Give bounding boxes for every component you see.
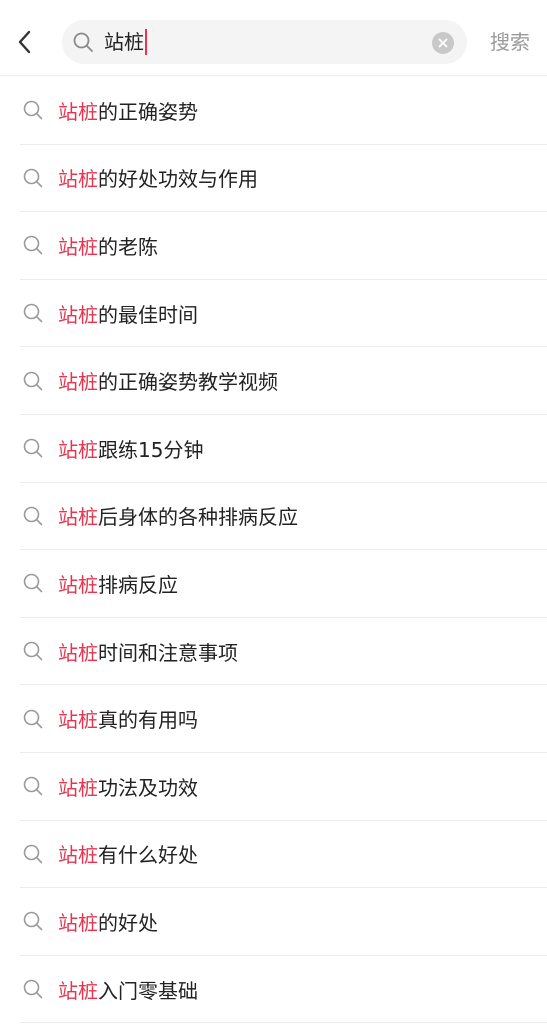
suggestion-text: 站桩跟练15分钟 [58, 434, 203, 463]
search-header: 站桩 搜索 [0, 0, 547, 76]
clear-icon[interactable] [432, 32, 454, 54]
suggestion-item[interactable]: 站桩的老陈 [20, 212, 547, 280]
suggestion-rest: 的好处功效与作用 [98, 167, 258, 192]
suggestion-item[interactable]: 站桩排病反应 [20, 550, 547, 618]
search-icon [23, 776, 43, 796]
chevron-left-icon [18, 30, 31, 54]
suggestion-text: 站桩真的有用吗 [58, 704, 198, 733]
suggestion-text: 站桩的正确姿势教学视频 [58, 366, 278, 395]
suggestion-text: 站桩时间和注意事项 [58, 637, 238, 666]
suggestion-item[interactable]: 站桩入门零基础 [20, 956, 547, 1024]
suggestion-item[interactable]: 站桩的好处 [20, 888, 547, 956]
search-icon [23, 506, 43, 526]
suggestion-item[interactable]: 站桩真的有用吗 [20, 685, 547, 753]
suggestion-text: 站桩的好处功效与作用 [58, 163, 258, 192]
suggestion-rest: 的老陈 [98, 234, 158, 259]
search-icon [23, 236, 43, 255]
suggestion-rest: 的正确姿势 [98, 99, 198, 124]
search-icon [23, 641, 43, 661]
suggestion-rest: 真的有用吗 [98, 708, 198, 733]
suggestion-rest: 时间和注意事项 [98, 640, 238, 665]
search-input[interactable]: 站桩 [62, 20, 467, 64]
close-icon [438, 38, 448, 48]
suggestion-rest: 的好处 [98, 910, 158, 935]
suggestion-text: 站桩的好处 [58, 907, 158, 936]
suggestion-highlight: 站桩 [58, 572, 98, 597]
back-button[interactable] [10, 24, 40, 60]
suggestion-highlight: 站桩 [58, 167, 98, 192]
suggestion-rest: 的最佳时间 [98, 302, 198, 327]
search-icon [73, 32, 93, 52]
suggestion-rest: 有什么好处 [98, 843, 198, 868]
search-icon [23, 912, 43, 931]
suggestion-highlight: 站桩 [58, 978, 98, 1003]
suggestion-rest: 跟练15分钟 [98, 437, 204, 462]
suggestion-text: 站桩有什么好处 [58, 839, 198, 868]
suggestion-text: 站桩的正确姿势 [58, 96, 198, 125]
suggestion-rest: 入门零基础 [98, 978, 198, 1003]
suggestion-item[interactable]: 站桩的正确姿势 [20, 77, 547, 145]
search-icon [23, 979, 43, 999]
suggestion-list: 站桩的正确姿势 站桩的好处功效与作用 站桩的老陈 站桩的最佳时间 站桩的正确姿势教学视频… [0, 77, 547, 1024]
suggestion-highlight: 站桩 [58, 775, 98, 800]
suggestion-highlight: 站桩 [58, 843, 98, 868]
search-button[interactable]: 搜索 [480, 28, 540, 56]
suggestion-highlight: 站桩 [58, 302, 98, 327]
suggestion-highlight: 站桩 [58, 370, 98, 395]
suggestion-rest: 后身体的各种排病反应 [98, 505, 298, 530]
suggestion-highlight: 站桩 [58, 910, 98, 935]
suggestion-item[interactable]: 站桩后身体的各种排病反应 [20, 483, 547, 551]
suggestion-item[interactable]: 站桩功法及功效 [20, 753, 547, 821]
search-icon [23, 709, 43, 728]
search-icon [23, 574, 43, 593]
search-query-text: 站桩 [104, 30, 144, 54]
suggestion-highlight: 站桩 [58, 640, 98, 665]
search-icon [23, 168, 43, 188]
search-icon [23, 438, 43, 458]
search-icon [23, 844, 43, 864]
suggestion-item[interactable]: 站桩的正确姿势教学视频 [20, 347, 547, 415]
suggestion-item[interactable]: 站桩跟练15分钟 [20, 415, 547, 483]
suggestion-text: 站桩的最佳时间 [58, 299, 198, 328]
suggestion-item[interactable]: 站桩的好处功效与作用 [20, 145, 547, 213]
search-icon [23, 100, 43, 120]
suggestion-highlight: 站桩 [58, 437, 98, 462]
search-icon [23, 371, 43, 390]
suggestion-rest: 的正确姿势教学视频 [98, 370, 278, 395]
suggestion-text: 站桩功法及功效 [58, 772, 198, 801]
text-cursor [145, 29, 147, 55]
suggestion-text: 站桩入门零基础 [58, 975, 198, 1004]
suggestion-highlight: 站桩 [58, 708, 98, 733]
suggestion-text: 站桩的老陈 [58, 231, 158, 260]
suggestion-highlight: 站桩 [58, 234, 98, 259]
suggestion-item[interactable]: 站桩有什么好处 [20, 821, 547, 889]
suggestion-item[interactable]: 站桩的最佳时间 [20, 280, 547, 348]
suggestion-highlight: 站桩 [58, 99, 98, 124]
suggestion-text: 站桩排病反应 [58, 569, 178, 598]
suggestion-rest: 功法及功效 [98, 775, 198, 800]
suggestion-item[interactable]: 站桩时间和注意事项 [20, 618, 547, 686]
suggestion-text: 站桩后身体的各种排病反应 [58, 501, 298, 530]
suggestion-rest: 排病反应 [98, 572, 178, 597]
suggestion-highlight: 站桩 [58, 505, 98, 530]
search-icon [23, 303, 43, 323]
